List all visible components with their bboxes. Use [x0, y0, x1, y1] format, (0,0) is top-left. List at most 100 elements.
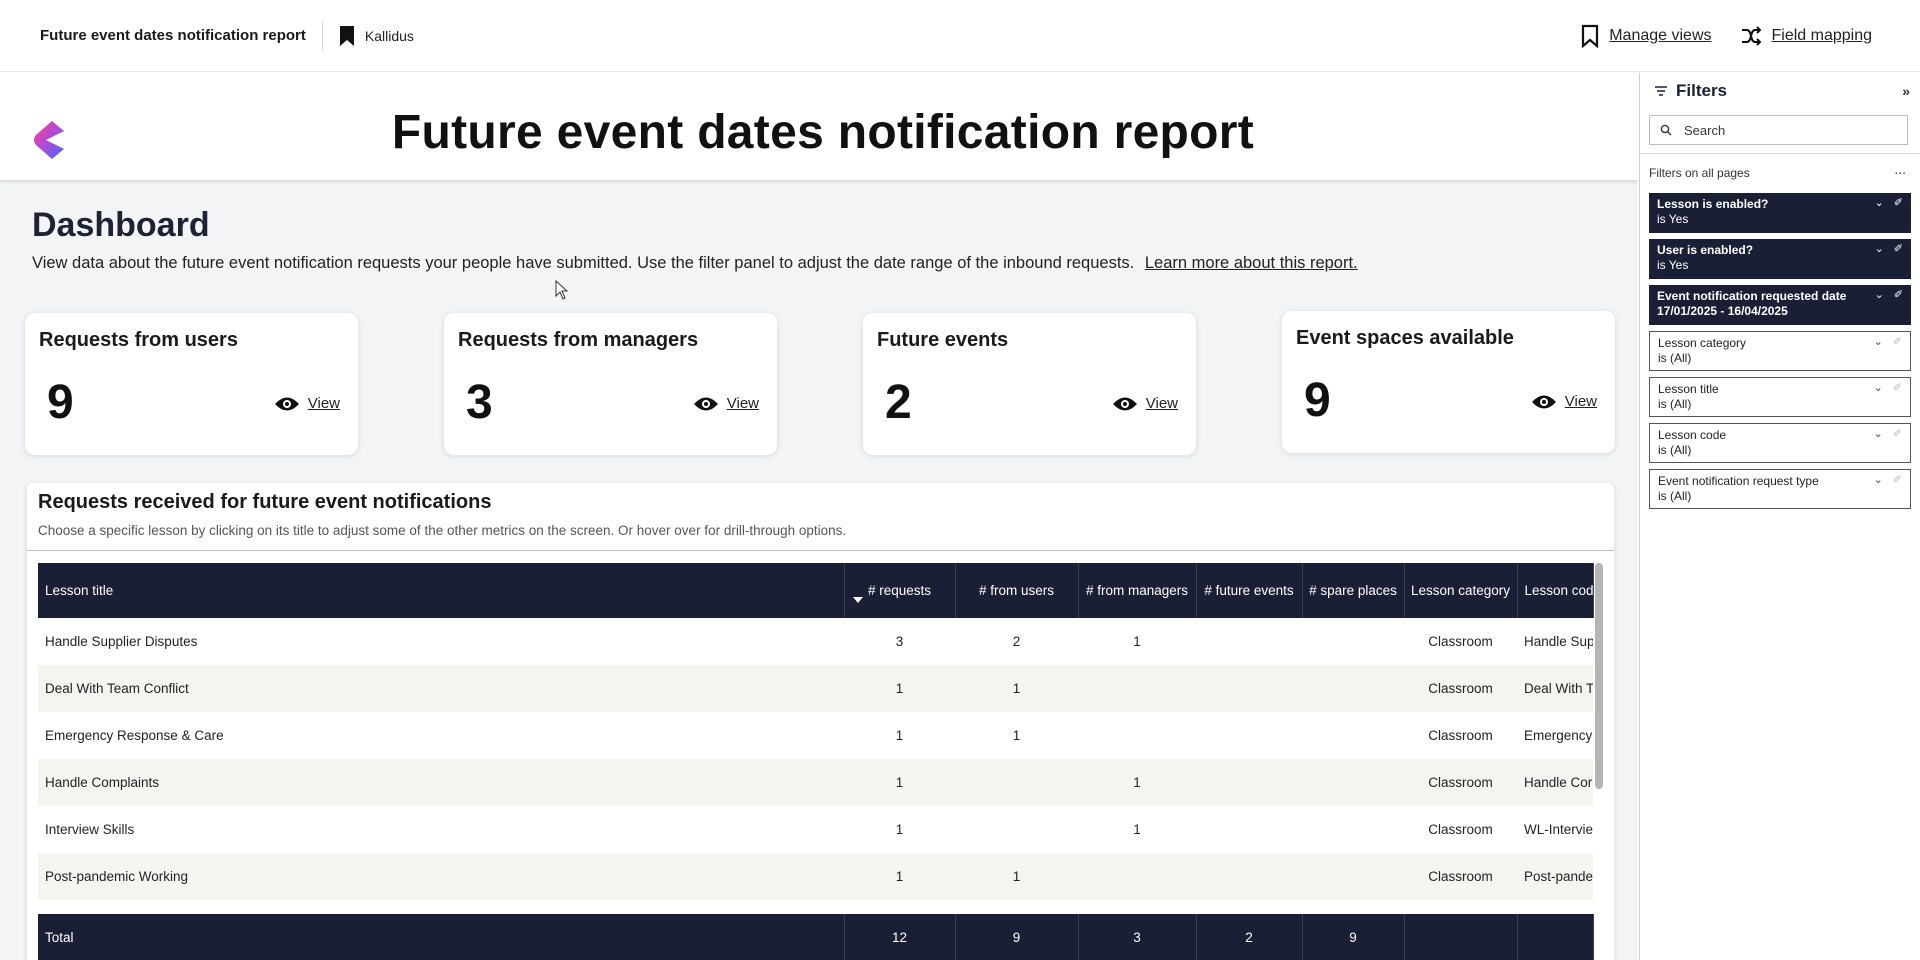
eraser-icon[interactable]: ✐	[1893, 335, 1902, 350]
cell-from-users	[955, 806, 1078, 853]
cell-lesson-category: Classroom	[1428, 728, 1493, 743]
cell-from-managers: 1	[1133, 634, 1141, 649]
kpi-card-users: Requests from users 9 View	[25, 313, 358, 455]
filter-card-lesson-category[interactable]: Lesson category is (All) ⌄ ✐	[1649, 331, 1911, 371]
eraser-icon[interactable]: ✐	[1894, 288, 1903, 303]
top-bar: Future event dates notification report K…	[0, 0, 1920, 72]
table-scrollbar[interactable]	[1595, 563, 1603, 789]
field-mapping-button[interactable]: Field mapping	[1740, 25, 1873, 47]
chevron-down-icon[interactable]: ⌄	[1875, 196, 1884, 211]
column-header-future-events[interactable]: # future events	[1196, 563, 1303, 618]
cell-spare-places	[1302, 618, 1404, 665]
cell-from-managers: 1	[1078, 759, 1196, 806]
kpi-card-event-spaces: Event spaces available 9 View	[1282, 311, 1615, 453]
filter-value: is Yes	[1657, 258, 1689, 272]
table-row[interactable]: Handle Supplier Disputes 3 2 1 Classroom…	[38, 618, 1593, 665]
chevron-down-icon[interactable]: ⌄	[1875, 242, 1884, 257]
column-header-lesson-category[interactable]: Lesson category	[1404, 563, 1518, 618]
cell-lesson-code: Handle Cor	[1517, 759, 1593, 806]
view-label[interactable]: View	[1146, 395, 1178, 412]
filter-card-actions: ⌄ ✐	[1874, 473, 1902, 488]
chevron-down-icon[interactable]: ⌄	[1874, 473, 1883, 488]
eraser-icon[interactable]: ✐	[1894, 242, 1903, 257]
cell-future-events	[1196, 618, 1302, 665]
report-name: Future event dates notification report	[40, 27, 306, 44]
table-row[interactable]: Emergency Response & Care 1 1 Classroom …	[38, 712, 1593, 759]
cell-lesson-title[interactable]: Handle Supplier Disputes	[38, 618, 844, 665]
column-header-lesson-code[interactable]: Lesson cod	[1517, 563, 1594, 618]
column-header-label: # requests	[867, 583, 932, 598]
search-placeholder: Search	[1684, 122, 1726, 138]
table-title: Requests received for future event notif…	[38, 491, 492, 513]
cell-lesson-title[interactable]: Deal With Team Conflict	[38, 665, 844, 712]
cell-future-events	[1196, 712, 1302, 759]
kpi-value: 9	[1304, 374, 1331, 427]
cell-requests: 3	[895, 634, 904, 649]
cell-lesson-title[interactable]: Post-pandemic Working	[38, 853, 844, 900]
view-button[interactable]: View	[1531, 393, 1597, 410]
total-spare-places: 9	[1302, 914, 1405, 960]
cell-from-managers	[1078, 712, 1196, 759]
chevron-down-icon[interactable]: ⌄	[1874, 335, 1883, 350]
column-header-lesson-title[interactable]: Lesson title	[38, 563, 845, 618]
table-row[interactable]: Deal With Team Conflict 1 1 Classroom De…	[38, 665, 1593, 712]
kpi-title: Requests from users	[39, 329, 238, 351]
chevron-down-icon[interactable]: ⌄	[1874, 427, 1883, 442]
view-label[interactable]: View	[308, 395, 340, 412]
row-spacer	[38, 900, 1593, 914]
more-options-icon[interactable]: ...	[1894, 161, 1906, 177]
filters-header: Filters	[1654, 81, 1727, 101]
table-row[interactable]: Post-pandemic Working 1 1 Classroom Post…	[38, 853, 1593, 900]
column-header-from-users[interactable]: # from users	[955, 563, 1079, 618]
cell-requests: 1	[895, 728, 904, 743]
filter-search-input[interactable]: Search	[1649, 115, 1908, 145]
requests-table: Lesson title # requests # from users # f…	[38, 563, 1594, 960]
cell-future-events	[1196, 665, 1302, 712]
cell-from-managers	[1078, 853, 1196, 900]
filter-card-user-enabled[interactable]: User is enabled? is Yes ⌄ ✐	[1649, 239, 1911, 279]
filter-card-request-type[interactable]: Event notification request type is (All)…	[1649, 469, 1911, 509]
manage-views-button[interactable]: Manage views	[1581, 24, 1712, 48]
eraser-icon[interactable]: ✐	[1894, 196, 1903, 211]
cell-spare-places	[1302, 712, 1404, 759]
filter-name: Lesson category	[1658, 336, 1747, 350]
field-mapping-label[interactable]: Field mapping	[1772, 27, 1873, 45]
collapse-pane-icon[interactable]: »	[1902, 83, 1910, 99]
filter-name: User is enabled?	[1657, 243, 1754, 257]
view-label[interactable]: View	[727, 395, 759, 412]
filter-card-lesson-title[interactable]: Lesson title is (All) ⌄ ✐	[1649, 377, 1911, 417]
column-header-requests[interactable]: # requests	[844, 563, 956, 618]
table-row[interactable]: Handle Complaints 1 1 Classroom Handle C…	[38, 759, 1593, 806]
filter-card-actions: ⌄ ✐	[1874, 381, 1902, 396]
cell-lesson-title[interactable]: Emergency Response & Care	[38, 712, 844, 759]
cell-lesson-title[interactable]: Handle Complaints	[38, 759, 844, 806]
column-header-spare-places[interactable]: # spare places	[1302, 563, 1405, 618]
filter-card-lesson-code[interactable]: Lesson code is (All) ⌄ ✐	[1649, 423, 1911, 463]
view-button[interactable]: View	[274, 395, 340, 412]
view-button[interactable]: View	[693, 395, 759, 412]
filters-section-label: Filters on all pages	[1649, 166, 1750, 180]
eraser-icon[interactable]: ✐	[1893, 473, 1902, 488]
cell-lesson-title[interactable]: Interview Skills	[38, 806, 844, 853]
chevron-down-icon[interactable]: ⌄	[1874, 381, 1883, 396]
filter-card-lesson-enabled[interactable]: Lesson is enabled? is Yes ⌄ ✐	[1649, 193, 1911, 233]
cell-spare-places	[1302, 759, 1404, 806]
view-button[interactable]: View	[1112, 395, 1178, 412]
filter-card-requested-date[interactable]: Event notification requested date 17/01/…	[1649, 285, 1911, 325]
cell-requests: 1	[844, 759, 955, 806]
filter-value: is (All)	[1658, 397, 1692, 411]
column-header-from-managers[interactable]: # from managers	[1078, 563, 1197, 618]
filters-title: Filters	[1676, 81, 1728, 100]
table-row[interactable]: Interview Skills 1 1 Classroom WL-Interv…	[38, 806, 1593, 853]
eraser-icon[interactable]: ✐	[1893, 427, 1902, 442]
total-future-events: 2	[1196, 914, 1303, 960]
workspace-name[interactable]: Kallidus	[365, 28, 414, 44]
manage-views-label[interactable]: Manage views	[1609, 27, 1711, 45]
cell-from-users: 1	[1012, 728, 1021, 743]
filter-name: Lesson code	[1658, 428, 1727, 442]
chevron-down-icon[interactable]: ⌄	[1875, 288, 1884, 303]
learn-more-link[interactable]: Learn more about this report.	[1145, 254, 1358, 272]
eraser-icon[interactable]: ✐	[1893, 381, 1902, 396]
cell-lesson-code: Post-pande	[1517, 853, 1593, 900]
view-label[interactable]: View	[1565, 393, 1597, 410]
